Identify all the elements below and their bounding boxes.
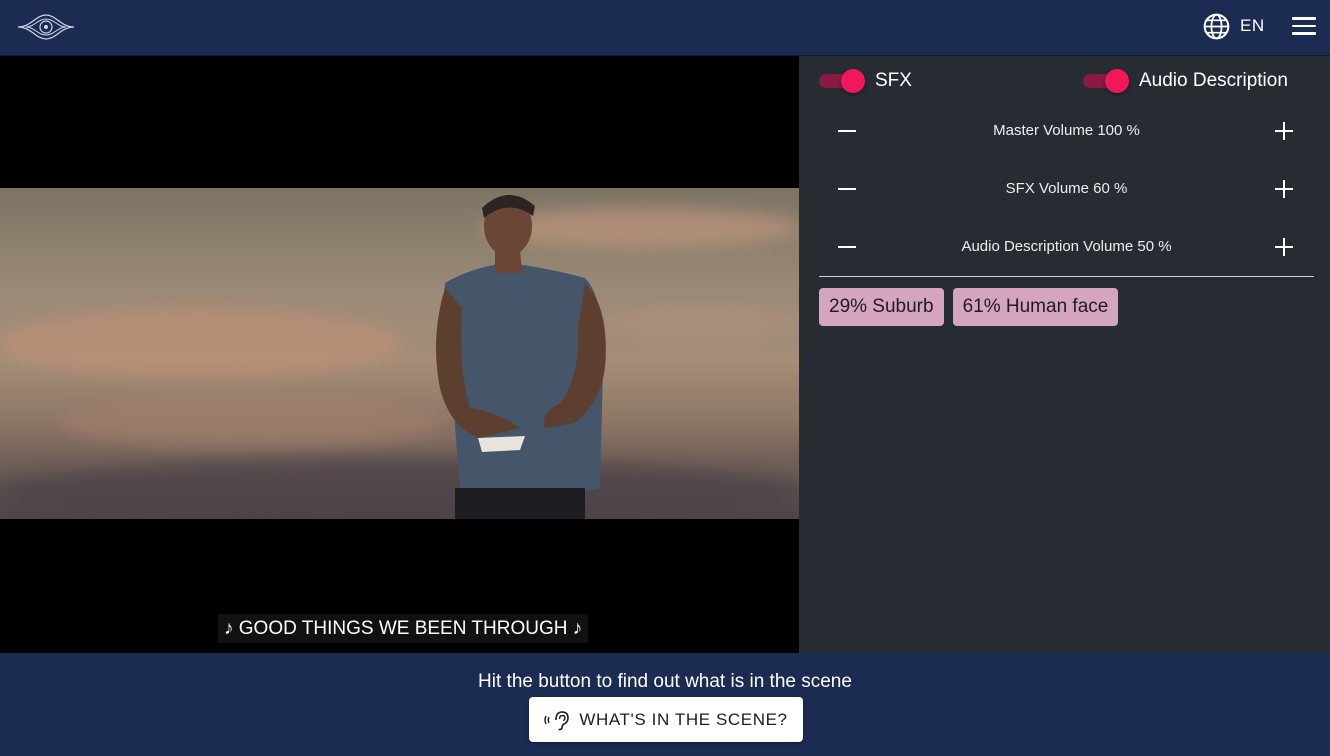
scene-tags: 29% Suburb 61% Human face xyxy=(819,288,1119,326)
minus-icon xyxy=(838,130,856,132)
video-player[interactable]: ♪ GOOD THINGS WE BEEN THROUGH ♪ xyxy=(0,56,799,653)
sfx-toggle-label: SFX xyxy=(875,70,912,91)
audio-description-toggle[interactable] xyxy=(1083,69,1129,93)
sfx-toggle[interactable] xyxy=(819,69,865,93)
minus-icon xyxy=(838,188,856,190)
audio-description-volume-decrease-button[interactable] xyxy=(829,229,865,265)
scene-tag: 29% Suburb xyxy=(819,288,944,326)
audio-description-toggle-row: Audio Description xyxy=(1083,66,1288,96)
video-frame xyxy=(0,188,799,519)
language-selector[interactable]: EN xyxy=(1240,16,1265,36)
master-volume-increase-button[interactable] xyxy=(1266,113,1302,149)
scene-hint-text: Hit the button to find out what is in th… xyxy=(478,671,852,692)
bottom-bar: Hit the button to find out what is in th… xyxy=(0,653,1330,756)
whats-in-the-scene-label: WHAT'S IN THE SCENE? xyxy=(579,709,788,729)
ear-sound-icon xyxy=(544,710,570,730)
audio-description-volume-row: Audio Description Volume 50 % xyxy=(819,229,1314,265)
master-volume-label: Master Volume 100 % xyxy=(993,122,1140,139)
hamburger-menu-icon[interactable] xyxy=(1292,17,1316,37)
settings-panel: SFX Audio Description Master Volume 100 … xyxy=(799,56,1330,653)
eye-logo-icon[interactable] xyxy=(16,10,76,44)
master-volume-decrease-button[interactable] xyxy=(829,113,865,149)
top-bar: EN xyxy=(0,0,1330,56)
scene-tag: 61% Human face xyxy=(952,288,1119,326)
sfx-volume-increase-button[interactable] xyxy=(1266,171,1302,207)
whats-in-the-scene-button[interactable]: WHAT'S IN THE SCENE? xyxy=(529,697,803,742)
master-volume-row: Master Volume 100 % xyxy=(819,113,1314,149)
sfx-volume-decrease-button[interactable] xyxy=(829,171,865,207)
panel-divider xyxy=(819,276,1314,277)
minus-icon xyxy=(838,246,856,248)
sfx-volume-label: SFX Volume 60 % xyxy=(1005,180,1128,197)
performer-figure xyxy=(436,194,606,519)
closed-caption: ♪ GOOD THINGS WE BEEN THROUGH ♪ xyxy=(218,614,589,643)
sfx-toggle-row: SFX xyxy=(819,66,912,96)
audio-description-volume-label: Audio Description Volume 50 % xyxy=(961,238,1172,255)
audio-description-volume-increase-button[interactable] xyxy=(1266,229,1302,265)
sfx-volume-row: SFX Volume 60 % xyxy=(819,171,1314,207)
audio-description-toggle-label: Audio Description xyxy=(1139,70,1288,91)
globe-icon[interactable] xyxy=(1203,13,1230,40)
